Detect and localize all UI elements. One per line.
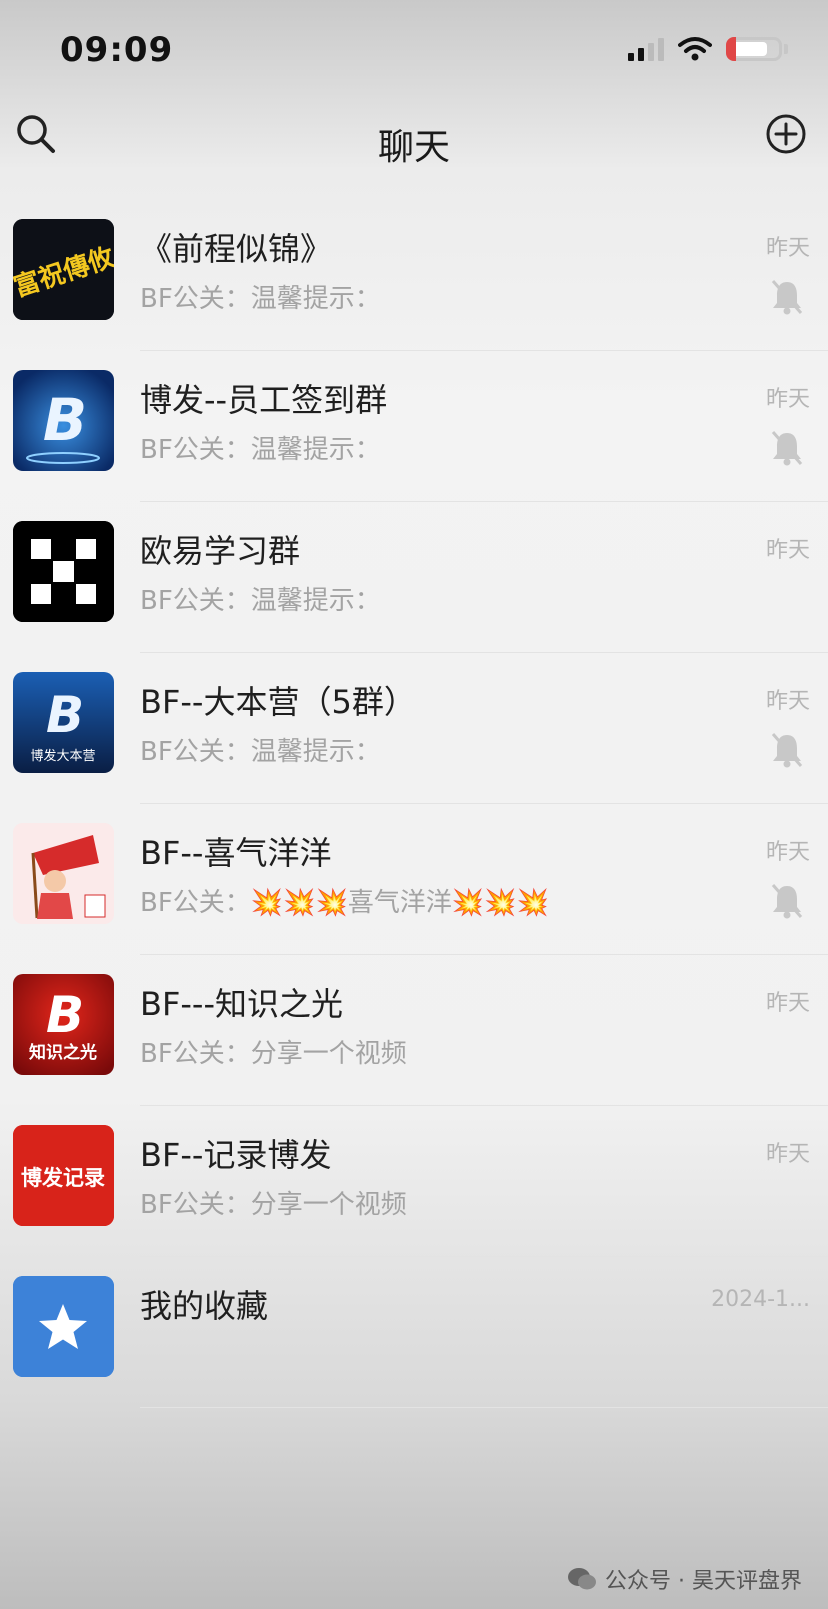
chat-time: 昨天 — [765, 538, 810, 563]
watermark-text: 公众号 · 昊天评盘界 — [605, 1569, 802, 1594]
battery-icon — [726, 37, 782, 61]
status-time: 09:09 — [60, 30, 174, 70]
wechat-icon — [568, 1568, 597, 1590]
chat-preview: BF公关：💥💥💥喜气洋洋💥💥💥 — [140, 888, 550, 918]
chat-name: BF--喜气洋洋 — [140, 834, 332, 872]
chat-time: 2024-1... — [711, 1287, 810, 1312]
avatar: B 博发大本营 — [13, 672, 114, 773]
chat-name: BF--大本营（5群） — [140, 683, 416, 721]
avatar: B — [13, 370, 114, 471]
chat-preview: BF公关：温馨提示： — [140, 737, 381, 767]
avatar — [13, 823, 114, 924]
chat-preview: BF公关：温馨提示： — [140, 586, 381, 616]
avatar-text: 知识之光 — [28, 1042, 97, 1063]
nav-header: 聊天 — [0, 100, 828, 180]
chat-row[interactable]: 富祝傳攸 《前程似锦》 BF公关：温馨提示： 昨天 — [0, 200, 828, 351]
mute-bell-icon — [771, 280, 803, 315]
chat-time: 昨天 — [765, 689, 810, 714]
svg-text:B: B — [46, 986, 84, 1044]
chat-preview: BF公关：分享一个视频 — [140, 1039, 407, 1069]
chat-name: 欧易学习群 — [140, 532, 301, 570]
chat-time: 昨天 — [765, 991, 810, 1016]
chat-name: 博发--员工签到群 — [140, 381, 388, 419]
svg-text:B: B — [43, 386, 87, 454]
chat-time: 昨天 — [765, 387, 810, 412]
avatar: B 知识之光 — [13, 974, 114, 1075]
avatar-text: 博发记录 — [21, 1166, 105, 1190]
plus-circle-icon[interactable] — [764, 112, 808, 156]
chat-list: 富祝傳攸 《前程似锦》 BF公关：温馨提示： 昨天 B 博发--员工签到群 BF… — [0, 200, 828, 1408]
chat-row[interactable]: BF--喜气洋洋 BF公关：💥💥💥喜气洋洋💥💥💥 昨天 — [0, 804, 828, 955]
chat-preview: BF公关：温馨提示： — [140, 284, 381, 314]
avatar: 博发记录 — [13, 1125, 114, 1226]
mute-bell-icon — [771, 733, 803, 768]
chat-preview: BF公关：分享一个视频 — [140, 1190, 407, 1220]
chat-preview: BF公关：温馨提示： — [140, 435, 381, 465]
chat-row[interactable]: 欧易学习群 BF公关：温馨提示： 昨天 — [0, 502, 828, 653]
avatar-text: 博发大本营 — [30, 748, 95, 764]
chat-row[interactable]: B 博发--员工签到群 BF公关：温馨提示： 昨天 — [0, 351, 828, 502]
star-icon — [13, 1276, 114, 1377]
avatar: 富祝傳攸 — [13, 219, 114, 320]
chat-row[interactable]: 我的收藏 2024-1... — [0, 1257, 828, 1408]
chat-row[interactable]: B 博发大本营 BF--大本营（5群） BF公关：温馨提示： 昨天 — [0, 653, 828, 804]
watermark: 公众号 · 昊天评盘界 — [567, 1563, 802, 1595]
wifi-icon — [678, 37, 712, 61]
chat-row[interactable]: B 知识之光 BF---知识之光 BF公关：分享一个视频 昨天 — [0, 955, 828, 1106]
svg-text:B: B — [46, 686, 84, 744]
chat-time: 昨天 — [765, 840, 810, 865]
status-bar: 09:09 — [0, 0, 828, 100]
page-title: 聊天 — [377, 127, 450, 168]
divider — [140, 1407, 828, 1408]
chat-name: BF---知识之光 — [140, 985, 344, 1023]
mute-bell-icon — [771, 884, 803, 919]
signal-icon — [628, 37, 664, 61]
status-icons — [628, 36, 788, 62]
chat-row[interactable]: 博发记录 BF--记录博发 BF公关：分享一个视频 昨天 — [0, 1106, 828, 1257]
chat-name: 我的收藏 — [140, 1287, 269, 1325]
chat-name: 《前程似锦》 — [140, 230, 333, 268]
avatar — [13, 521, 114, 622]
mute-bell-icon — [771, 431, 803, 466]
chat-time: 昨天 — [765, 236, 810, 261]
avatar — [13, 1276, 114, 1377]
battery-tip — [784, 44, 788, 54]
chat-name: BF--记录博发 — [140, 1136, 332, 1174]
chat-time: 昨天 — [765, 1142, 810, 1167]
